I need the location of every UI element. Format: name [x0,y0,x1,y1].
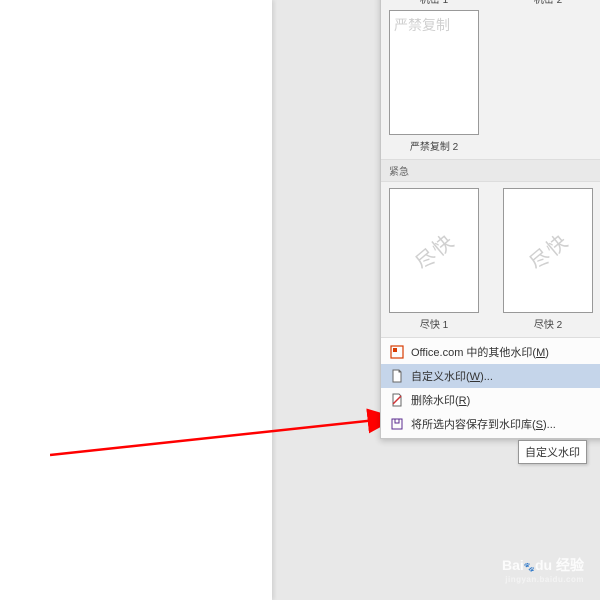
thumb-label: 严禁复制 2 [410,138,458,153]
menu-label: 自定义水印(W)... [411,368,493,384]
watermark-preview-text: 尽快 [408,225,460,275]
menu-remove-watermark[interactable]: 删除水印(R) [381,388,600,412]
watermark-thumb: 尽快 [503,188,593,313]
thumb-label: 尽快 2 [534,316,562,331]
watermark-popup: 机密 1 机密 2 严禁复制 严禁复制 2 紧急 尽快 尽快 1 尽快 尽快 2 [380,0,600,439]
page-icon [389,368,405,384]
section-header-urgent: 紧急 [381,159,600,182]
watermark-preview-text: 严禁复制 [394,15,450,35]
save-gallery-icon [389,416,405,432]
watermark-thumb-item[interactable]: 尽快 尽快 1 [389,188,479,331]
menu-custom-watermark[interactable]: 自定义水印(W)... [381,364,600,388]
watermark-thumb: 严禁复制 [389,10,479,135]
menu-label: 删除水印(R) [411,392,470,408]
watermark-thumb-item[interactable]: 尽快 尽快 2 [503,188,593,331]
thumb-label: 机密 2 [503,0,593,6]
office-icon [389,344,405,360]
tooltip: 自定义水印 [518,440,587,464]
watermark-preview-text: 尽快 [522,225,574,275]
menu-save-to-gallery[interactable]: 将所选内容保存到水印库(S)... [381,412,600,436]
thumb-label: 机密 1 [389,0,479,6]
remove-icon [389,392,405,408]
thumb-label: 尽快 1 [420,316,448,331]
top-label-row: 机密 1 机密 2 [381,0,600,10]
menu-label: Office.com 中的其他水印(M) [411,344,549,360]
menu-office-watermarks[interactable]: Office.com 中的其他水印(M) [381,340,600,364]
watermark-thumb-item[interactable]: 严禁复制 严禁复制 2 [389,10,479,153]
menu-label: 将所选内容保存到水印库(S)... [411,416,556,432]
baidu-logo: Bai🐾du 经验 jingyan.baidu.com [502,555,584,584]
watermark-thumb: 尽快 [389,188,479,313]
document-page [0,0,272,600]
